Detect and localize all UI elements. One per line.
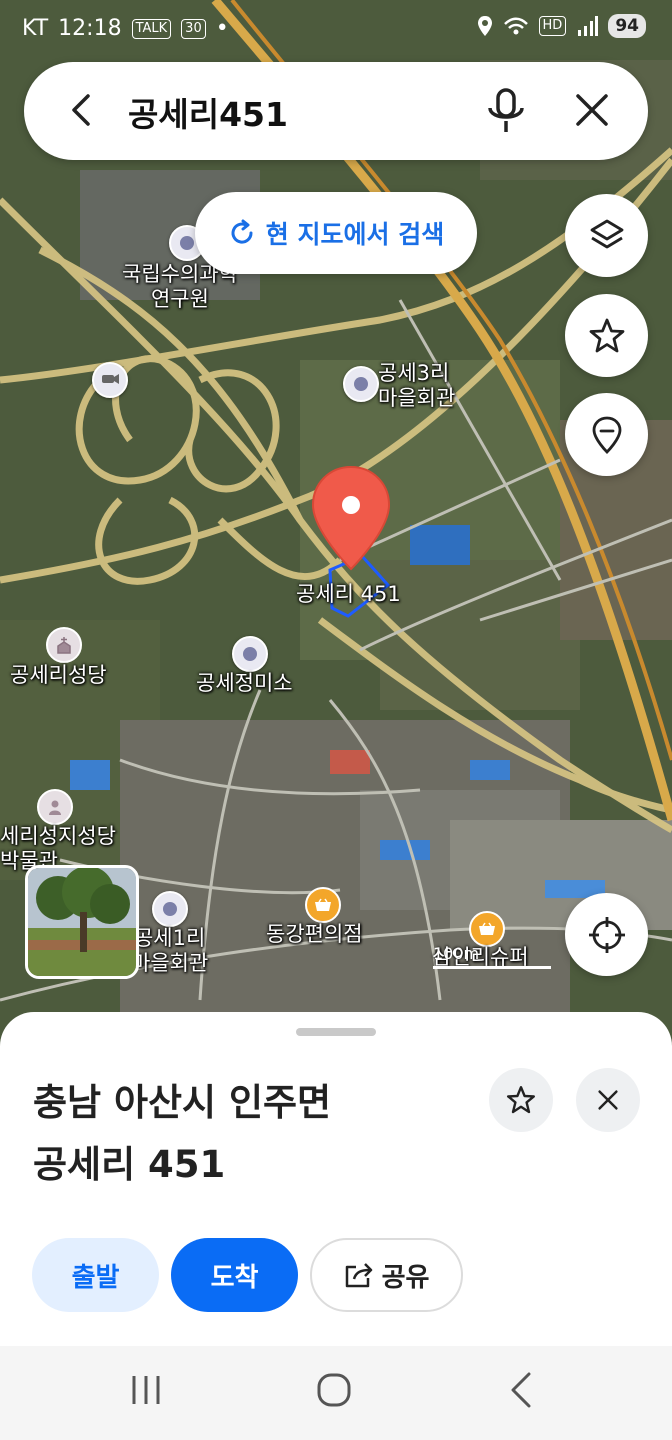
church-icon[interactable] xyxy=(46,627,82,663)
back-arrow-icon[interactable] xyxy=(64,90,104,130)
battery-indicator: 94 xyxy=(608,14,646,38)
close-icon xyxy=(598,1090,618,1110)
clock: 12:18 xyxy=(58,16,122,41)
supermarket-icon[interactable] xyxy=(469,911,505,947)
star-icon xyxy=(589,318,624,352)
address-line-1: 충남 아산시 인주면 xyxy=(33,1081,332,1124)
poi-ricemill-label[interactable]: 공세정미소 xyxy=(196,671,293,696)
wifi-icon xyxy=(503,17,528,35)
museum-icon[interactable] xyxy=(37,789,73,825)
favorites-button[interactable] xyxy=(565,294,648,377)
selected-location-label[interactable]: 공세리 451 xyxy=(296,582,401,607)
calendar-notification-icon: 30 xyxy=(181,18,206,39)
talk-notification-icon: TALK xyxy=(131,18,172,39)
depart-button[interactable]: 출발 xyxy=(32,1238,159,1312)
place-photo-thumbnail[interactable] xyxy=(25,865,139,979)
poi-ricemill-icon[interactable] xyxy=(232,636,268,672)
refresh-icon xyxy=(231,219,253,244)
layers-button[interactable] xyxy=(565,194,648,277)
search-this-area-button[interactable]: 현 지도에서 검색 xyxy=(195,192,477,274)
close-sheet-button[interactable] xyxy=(576,1068,640,1132)
crosshair-icon xyxy=(588,916,625,953)
scale-label: 100m xyxy=(433,944,480,963)
map-scale: 100m xyxy=(433,944,551,969)
place-info-sheet[interactable]: 충남 아산시 인주면 공세리 451 출발 도착 공유 xyxy=(0,1012,672,1347)
location-status-icon xyxy=(477,16,492,36)
microphone-icon[interactable] xyxy=(484,88,528,134)
map-view[interactable]: KT 12:18 TALK 30 • HD 94 공세리451 현 지도에서 검… xyxy=(0,0,672,1060)
system-back-icon[interactable] xyxy=(505,1370,537,1410)
signal-icon xyxy=(578,16,599,36)
system-navigation-bar xyxy=(0,1346,672,1440)
carrier: KT xyxy=(22,16,49,41)
cctv-icon[interactable] xyxy=(92,362,128,398)
my-places-button[interactable] xyxy=(565,393,648,476)
share-icon xyxy=(345,1263,372,1288)
close-icon[interactable] xyxy=(572,90,612,130)
search-bar[interactable]: 공세리451 xyxy=(24,62,648,160)
arrive-button[interactable]: 도착 xyxy=(171,1238,298,1312)
save-place-button[interactable] xyxy=(489,1068,553,1132)
search-this-area-label: 현 지도에서 검색 xyxy=(265,220,445,249)
poi-village-hall-1-icon[interactable] xyxy=(152,891,188,927)
drag-handle[interactable] xyxy=(296,1028,376,1036)
tree-photo xyxy=(28,868,136,976)
address-line-2: 공세리 451 xyxy=(33,1143,226,1186)
location-pin-icon xyxy=(592,416,621,454)
home-icon[interactable] xyxy=(314,1370,354,1410)
recent-apps-icon[interactable] xyxy=(128,1370,164,1410)
layers-icon xyxy=(590,219,623,248)
dot-icon: • xyxy=(215,16,229,41)
poi-village-hall-3-label[interactable]: 공세3리 마을회관 xyxy=(378,361,455,411)
poi-village-hall-3-icon[interactable] xyxy=(343,366,379,402)
status-bar: KT 12:18 TALK 30 • HD 94 xyxy=(0,0,672,58)
share-label: 공유 xyxy=(381,1262,430,1293)
poi-cathedral-label[interactable]: 공세리성당 xyxy=(10,663,107,688)
hd-voice-icon: HD xyxy=(538,16,567,36)
current-location-button[interactable] xyxy=(565,893,648,976)
convenience-store-icon[interactable] xyxy=(305,887,341,923)
poi-store1-label[interactable]: 동강편의점 xyxy=(266,922,363,947)
search-query[interactable]: 공세리451 xyxy=(128,88,288,136)
selected-location-marker-icon[interactable] xyxy=(310,465,392,571)
place-address: 충남 아산시 인주면 공세리 451 xyxy=(33,1072,331,1196)
star-icon xyxy=(507,1086,535,1114)
share-button[interactable]: 공유 xyxy=(310,1238,463,1312)
poi-village-hall-1-label[interactable]: 공세1리 마을회관 xyxy=(131,926,208,976)
